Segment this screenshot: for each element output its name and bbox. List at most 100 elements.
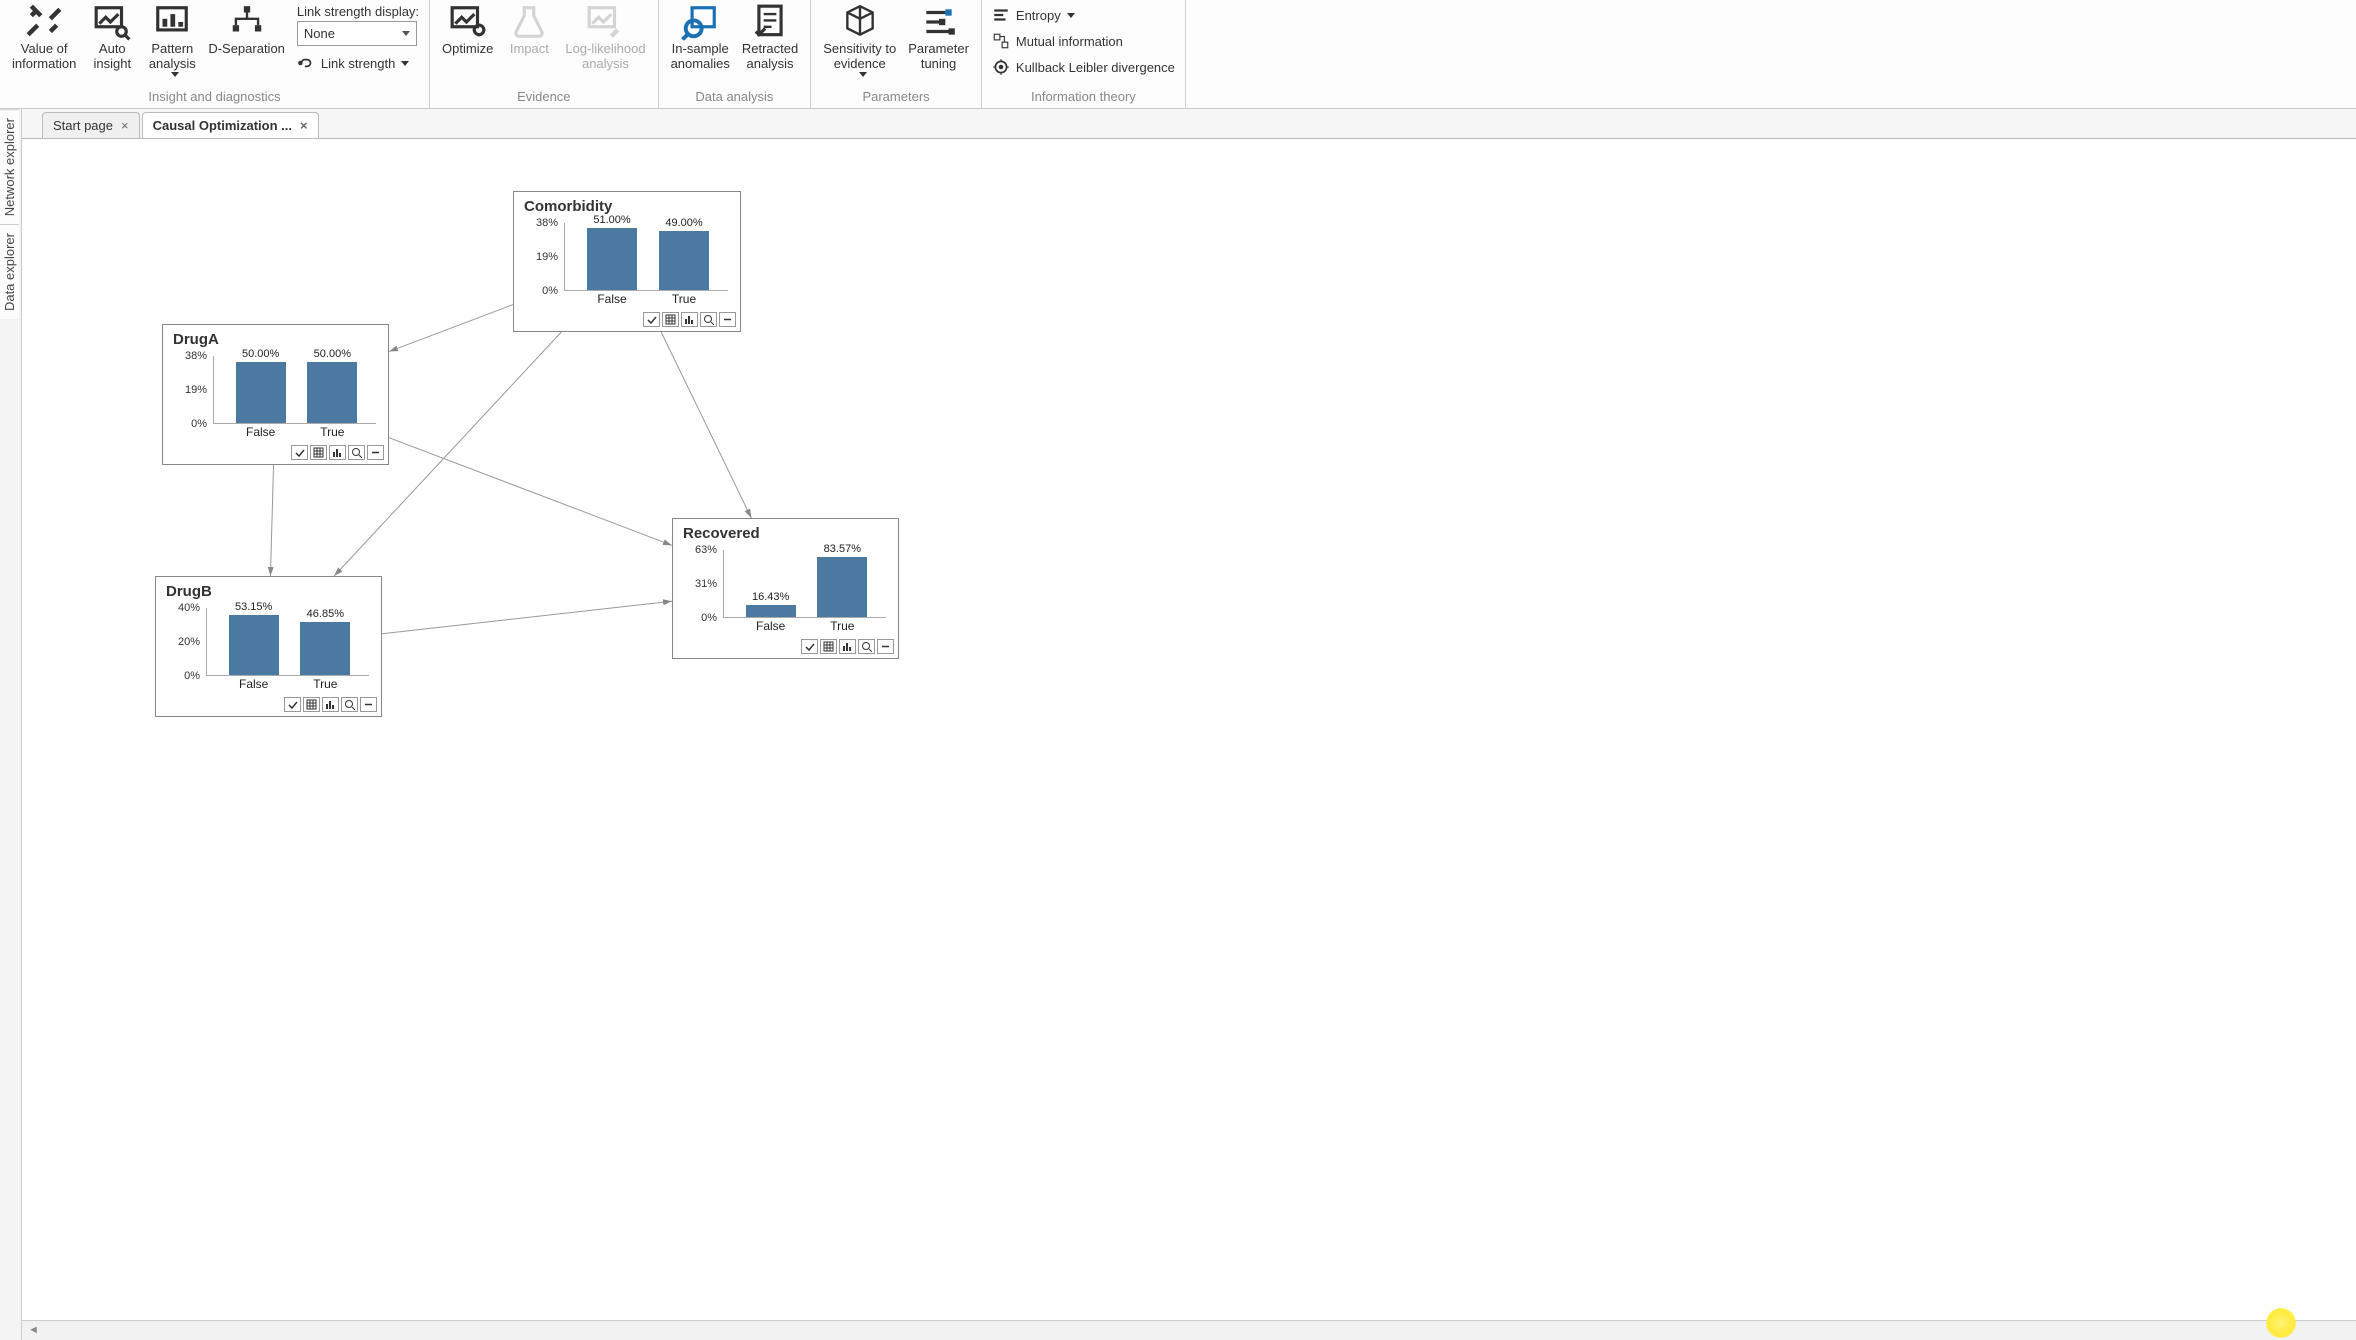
link-strength-button[interactable]: Link strength bbox=[297, 50, 419, 76]
entropy-button[interactable]: Entropy bbox=[992, 2, 1175, 28]
entropy-icon bbox=[992, 6, 1010, 24]
picture-search-icon bbox=[93, 4, 131, 40]
kullback-leibler-button[interactable]: Kullback Leibler divergence bbox=[992, 54, 1175, 80]
chevron-down-icon bbox=[1067, 13, 1075, 18]
close-icon[interactable]: × bbox=[300, 118, 308, 133]
network-canvas[interactable]: Comorbidity38%19%0%51.00%False49.00%True… bbox=[22, 139, 2356, 1320]
ribbon-group-evidence: Optimize Impact Log-likelihoodanalysis E… bbox=[430, 0, 659, 108]
node-toolbar bbox=[514, 309, 740, 331]
log-likelihood-label: Log-likelihoodanalysis bbox=[565, 42, 645, 72]
sensitivity-label: Sensitivity toevidence bbox=[823, 42, 896, 72]
grid-icon[interactable] bbox=[303, 697, 320, 712]
tab-start-page[interactable]: Start page × bbox=[42, 112, 140, 138]
ribbon-group-label: Data analysis bbox=[665, 86, 805, 108]
ribbon-group-parameters: Sensitivity toevidence Parametertuning P… bbox=[811, 0, 982, 108]
side-tab-network-explorer[interactable]: Network explorer bbox=[0, 109, 19, 224]
bar-category-label: True bbox=[320, 425, 344, 439]
tree-icon bbox=[228, 4, 266, 40]
bar[interactable] bbox=[236, 362, 286, 423]
mutual-information-label: Mutual information bbox=[1016, 34, 1123, 49]
edge-comorbidity-recovered[interactable] bbox=[661, 332, 751, 518]
grid-icon[interactable] bbox=[662, 312, 679, 327]
bar-chart-icon[interactable] bbox=[839, 639, 856, 654]
scroll-left-icon[interactable]: ◄ bbox=[28, 1324, 39, 1336]
node-toolbar bbox=[156, 694, 381, 716]
link-strength-display-select[interactable]: None bbox=[297, 21, 417, 46]
tab-causal-optimization[interactable]: Causal Optimization ... × bbox=[142, 112, 319, 138]
edge-comorbidity-drugA[interactable] bbox=[389, 305, 513, 352]
check-icon[interactable] bbox=[643, 312, 660, 327]
in-sample-anomalies-button[interactable]: In-sampleanomalies bbox=[665, 2, 736, 74]
bar-chart-icon[interactable] bbox=[681, 312, 698, 327]
bar[interactable] bbox=[307, 362, 357, 423]
bar-chart-icon[interactable] bbox=[329, 445, 346, 460]
edges-layer bbox=[22, 139, 2356, 1320]
edge-drugA-drugB[interactable] bbox=[270, 465, 273, 576]
check-icon[interactable] bbox=[801, 639, 818, 654]
pattern-analysis-label: Patternanalysis bbox=[149, 42, 196, 72]
chevron-down-icon bbox=[402, 31, 410, 36]
document-check-icon bbox=[751, 4, 789, 40]
chevron-down-icon bbox=[859, 72, 867, 77]
bar-value-label: 46.85% bbox=[307, 608, 344, 620]
optimize-button[interactable]: Optimize bbox=[436, 2, 499, 59]
bar[interactable] bbox=[817, 557, 867, 617]
node-comorbidity[interactable]: Comorbidity38%19%0%51.00%False49.00%True bbox=[513, 191, 741, 332]
minus-icon[interactable] bbox=[877, 639, 894, 654]
node-recovered[interactable]: Recovered63%31%0%16.43%False83.57%True bbox=[672, 518, 899, 659]
node-toolbar bbox=[163, 442, 388, 464]
bar[interactable] bbox=[746, 605, 796, 617]
parameter-tuning-button[interactable]: Parametertuning bbox=[902, 2, 975, 74]
grid-icon[interactable] bbox=[820, 639, 837, 654]
bar-category-label: False bbox=[246, 425, 275, 439]
ribbon-group-data-analysis: In-sampleanomalies Retractedanalysis Dat… bbox=[659, 0, 812, 108]
picture-wrench-icon bbox=[586, 4, 624, 40]
grid-icon[interactable] bbox=[310, 445, 327, 460]
check-icon[interactable] bbox=[291, 445, 308, 460]
bottom-scrollbar[interactable]: ◄ bbox=[22, 1320, 2356, 1340]
bar-value-label: 51.00% bbox=[593, 214, 630, 226]
kullback-leibler-label: Kullback Leibler divergence bbox=[1016, 60, 1175, 75]
ribbon: Value ofinformation Autoinsight Patterna… bbox=[0, 0, 2356, 109]
entropy-label: Entropy bbox=[1016, 8, 1061, 23]
bar[interactable] bbox=[659, 231, 709, 291]
optimize-label: Optimize bbox=[442, 42, 493, 57]
bar[interactable] bbox=[300, 622, 350, 675]
chevron-down-icon bbox=[401, 61, 409, 66]
bar-chart-icon[interactable] bbox=[322, 697, 339, 712]
zoom-icon[interactable] bbox=[700, 312, 717, 327]
d-separation-button[interactable]: D-Separation bbox=[202, 2, 291, 59]
edge-drugB-recovered[interactable] bbox=[382, 601, 672, 634]
node-drugA[interactable]: DrugA38%19%0%50.00%False50.00%True bbox=[162, 324, 389, 465]
check-icon[interactable] bbox=[284, 697, 301, 712]
sliders-icon bbox=[920, 4, 958, 40]
edge-drugA-recovered[interactable] bbox=[389, 438, 672, 546]
sensitivity-to-evidence-button[interactable]: Sensitivity toevidence bbox=[817, 2, 902, 79]
bar-value-label: 16.43% bbox=[752, 591, 789, 603]
bar-value-label: 50.00% bbox=[242, 348, 279, 360]
auto-insight-button[interactable]: Autoinsight bbox=[82, 2, 142, 74]
auto-insight-label: Autoinsight bbox=[94, 42, 132, 72]
zoom-icon[interactable] bbox=[858, 639, 875, 654]
minus-icon[interactable] bbox=[719, 312, 736, 327]
link-strength-display-value: None bbox=[304, 26, 335, 41]
ribbon-group-label: Information theory bbox=[988, 86, 1179, 108]
node-toolbar bbox=[673, 636, 898, 658]
retracted-analysis-button[interactable]: Retractedanalysis bbox=[736, 2, 804, 74]
zoom-icon[interactable] bbox=[341, 697, 358, 712]
minus-icon[interactable] bbox=[367, 445, 384, 460]
mutual-information-button[interactable]: Mutual information bbox=[992, 28, 1175, 54]
pattern-analysis-button[interactable]: Patternanalysis bbox=[142, 2, 202, 79]
node-chart: 38%19%0%50.00%False50.00%True bbox=[171, 352, 380, 442]
node-drugB[interactable]: DrugB40%20%0%53.15%False46.85%True bbox=[155, 576, 382, 717]
value-of-information-button[interactable]: Value ofinformation bbox=[6, 2, 82, 74]
zoom-icon[interactable] bbox=[348, 445, 365, 460]
bar-category-label: True bbox=[313, 677, 337, 691]
side-tab-data-explorer[interactable]: Data explorer bbox=[0, 224, 19, 319]
retracted-analysis-label: Retractedanalysis bbox=[742, 42, 798, 72]
bar[interactable] bbox=[587, 228, 637, 290]
bar[interactable] bbox=[229, 615, 279, 675]
minus-icon[interactable] bbox=[360, 697, 377, 712]
ribbon-group-label: Evidence bbox=[436, 86, 652, 108]
close-icon[interactable]: × bbox=[121, 118, 129, 133]
